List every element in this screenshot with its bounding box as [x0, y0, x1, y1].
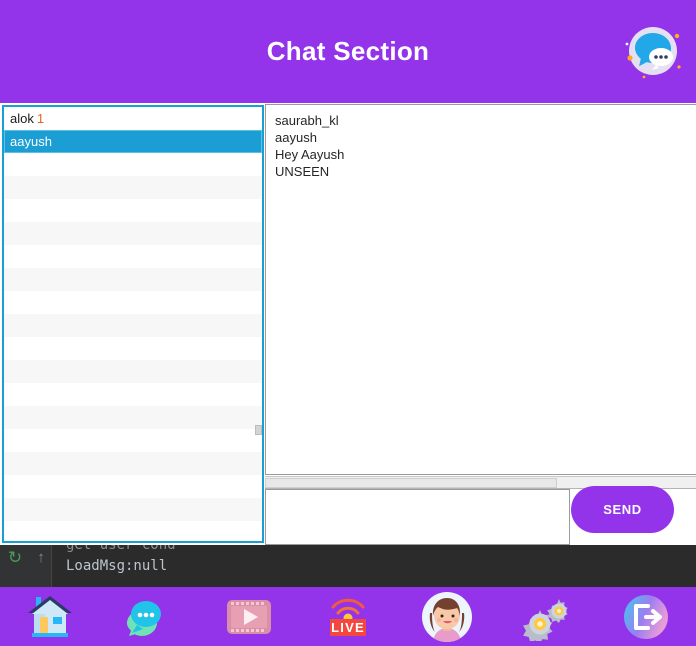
chat-message-line: aayush	[275, 130, 317, 145]
console-line-1: get user cond	[66, 545, 176, 553]
user-list-item[interactable]	[4, 314, 262, 337]
chat-message-line: UNSEEN	[275, 164, 330, 179]
app-header: Chat Section	[0, 0, 696, 103]
chat-scrollbar-thumb[interactable]	[265, 478, 557, 488]
nav-item-video[interactable]	[199, 587, 298, 646]
nav-item-home[interactable]	[0, 587, 99, 646]
nav-item-settings[interactable]	[497, 587, 596, 646]
user-list-item[interactable]	[4, 245, 262, 268]
profile-avatar-icon	[421, 591, 473, 643]
user-list-item[interactable]	[4, 222, 262, 245]
chat-transcript-panel[interactable]: saurabh_klaayush Hey Aayush UNSEEN	[265, 104, 696, 475]
user-list-item-aayush[interactable]: aayush	[4, 130, 262, 153]
user-list-item[interactable]	[4, 199, 262, 222]
user-list-item-alok[interactable]: alok 1	[4, 107, 262, 130]
user-list-panel[interactable]: alok 1 aayush	[2, 105, 264, 543]
send-button[interactable]: SEND	[571, 486, 674, 533]
user-list-item[interactable]	[4, 153, 262, 176]
message-input[interactable]	[265, 489, 570, 545]
user-list-item[interactable]	[4, 498, 262, 521]
video-icon	[225, 597, 273, 637]
user-list-item[interactable]	[4, 337, 262, 360]
user-list-item[interactable]	[4, 176, 262, 199]
nav-item-profile[interactable]	[398, 587, 497, 646]
user-list-item[interactable]	[4, 268, 262, 291]
svg-text:LIVE: LIVE	[331, 620, 365, 635]
bottom-navigation-bar: LIVE	[0, 587, 696, 646]
chat-message-line: Hey Aayush	[275, 147, 345, 162]
chat-application-window: ↻ ↑ get user cond LoadMsg:null Chat Sect…	[0, 0, 696, 646]
live-icon: LIVE	[324, 594, 372, 640]
settings-gears-icon	[521, 593, 573, 641]
console-line-2: LoadMsg:null	[66, 558, 168, 574]
unread-badge: 1	[36, 111, 45, 126]
scroll-up-icon[interactable]: ↑	[33, 549, 49, 567]
user-list-item[interactable]	[4, 475, 262, 498]
user-list-item[interactable]	[4, 360, 262, 383]
user-list-scrollbar[interactable]	[255, 425, 262, 435]
user-list-item[interactable]	[4, 521, 262, 541]
user-name: alok	[10, 111, 34, 126]
console-output-strip: ↻ ↑ get user cond LoadMsg:null	[0, 545, 696, 587]
chat-bubble-icon	[620, 20, 683, 83]
nav-item-live[interactable]: LIVE	[298, 587, 397, 646]
user-list-item[interactable]	[4, 452, 262, 475]
rerun-icon[interactable]: ↻	[6, 549, 24, 567]
nav-item-chat[interactable]	[99, 587, 198, 646]
home-icon	[23, 593, 77, 641]
nav-item-logout[interactable]	[597, 587, 696, 646]
user-list-item[interactable]	[4, 429, 262, 452]
user-list-item[interactable]	[4, 291, 262, 314]
chat-icon	[124, 595, 174, 639]
user-name: aayush	[10, 134, 52, 149]
chat-message-line: saurabh_kl	[275, 113, 339, 128]
page-title: Chat Section	[266, 36, 430, 66]
logout-icon	[622, 593, 670, 641]
user-list-item[interactable]	[4, 383, 262, 406]
user-list-item[interactable]	[4, 406, 262, 429]
